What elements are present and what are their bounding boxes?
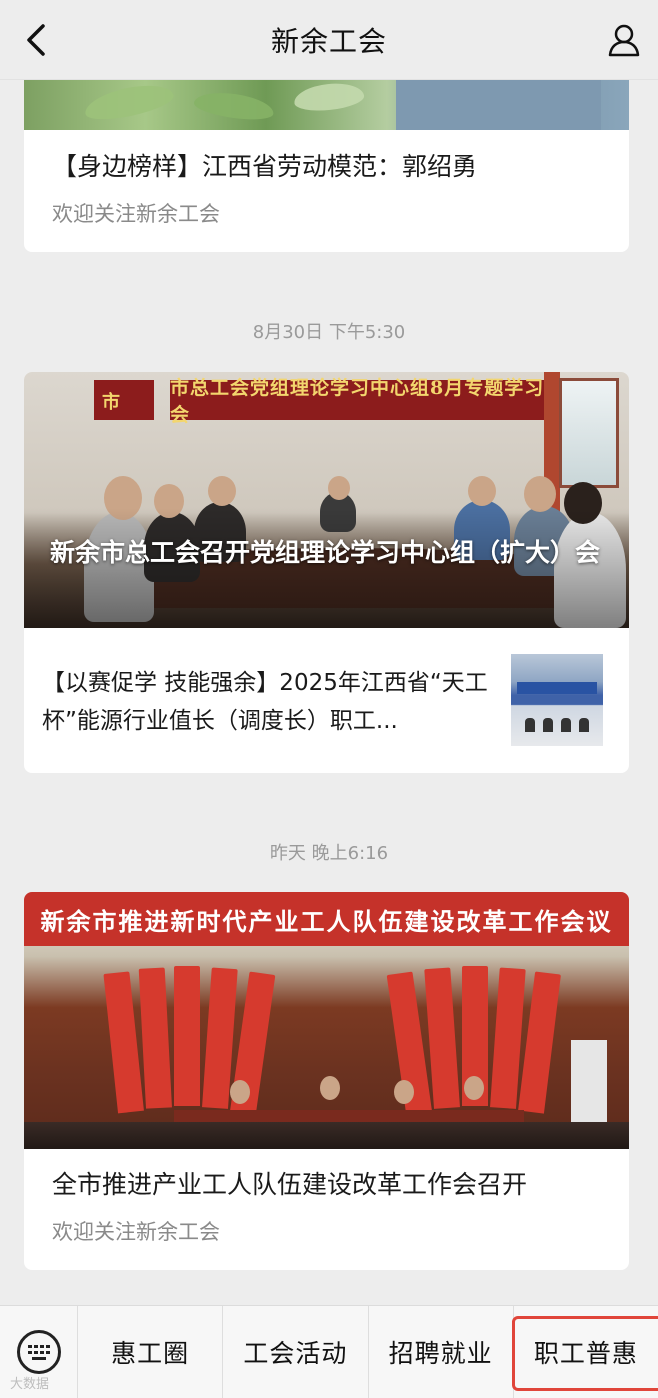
top-nav-bar: 新余工会 — [0, 0, 658, 80]
timestamp: 昨天 晚上6:16 — [269, 843, 389, 864]
side-banner: 市 — [94, 380, 154, 420]
menu-item-zhaopin-jiuye[interactable]: 招聘就业 — [369, 1305, 514, 1398]
chevron-left-icon[interactable] — [18, 22, 54, 58]
article-title: 全市推进产业工人队伍建设改革工作会召开 — [52, 1170, 528, 1199]
page-title: 新余工会 — [270, 24, 387, 58]
meeting-banner: 新余市推进新时代产业工人队伍建设改革工作会议 — [24, 892, 629, 946]
highlight-box — [511, 1315, 658, 1391]
user-icon[interactable] — [604, 20, 644, 60]
menu-item-gonghui-huodong[interactable]: 工会活动 — [223, 1305, 369, 1398]
main-article-image[interactable]: 市 市总工会党组理论学习中心组8月专题学习会 新余市总工会召开党组理论学习中心组… — [24, 372, 629, 628]
main-article-title: 新余市总工会召开党组理论学习中心组（扩大）会 — [50, 538, 601, 567]
timestamp: 8月30日 下午5:30 — [252, 322, 406, 343]
main-article-image: 新余市推进新时代产业工人队伍建设改革工作会议 — [24, 892, 629, 1149]
article-subtitle: 欢迎关注新余工会 — [52, 202, 220, 226]
audience — [24, 1122, 629, 1149]
meeting-banner: 市总工会党组理论学习中心组8月专题学习会 — [170, 377, 550, 426]
list-item[interactable]: 【以赛促学 技能强余】2025年江西省“天工杯”能源行业值长（调度长）职工... — [24, 628, 629, 773]
article-subtitle: 欢迎关注新余工会 — [52, 1220, 220, 1244]
article-card[interactable]: 新余市推进新时代产业工人队伍建设改革工作会议 全市推进产业工人队伍建设改革工作会… — [24, 892, 629, 1270]
side-banner-text: 市 — [102, 392, 120, 413]
keyboard-icon — [16, 1330, 61, 1374]
list-item-title: 【以赛促学 技能强余】2025年江西省“天工杯”能源行业值长（调度长）职工... — [42, 670, 488, 734]
menu-item-zhigong-puhui[interactable]: 职工普惠 — [511, 1306, 658, 1398]
article-title: 【身边榜样】江西省劳动模范：郭绍勇 — [52, 152, 478, 181]
watermark: 大数据 — [10, 1377, 50, 1392]
bottom-menu: 惠工圈 工会活动 招聘就业 职工普惠 — [0, 1305, 658, 1398]
article-card[interactable]: 【身边榜样】江西省劳动模范：郭绍勇 欢迎关注新余工会 — [24, 80, 629, 252]
article-cover-image — [24, 80, 629, 130]
menu-item-huigongquan[interactable]: 惠工圈 — [78, 1305, 224, 1398]
window — [559, 378, 619, 488]
article-group-card: 市 市总工会党组理论学习中心组8月专题学习会 新余市总工会召开党组理论学习中心组… — [24, 372, 629, 773]
list-item-thumbnail — [511, 654, 603, 746]
